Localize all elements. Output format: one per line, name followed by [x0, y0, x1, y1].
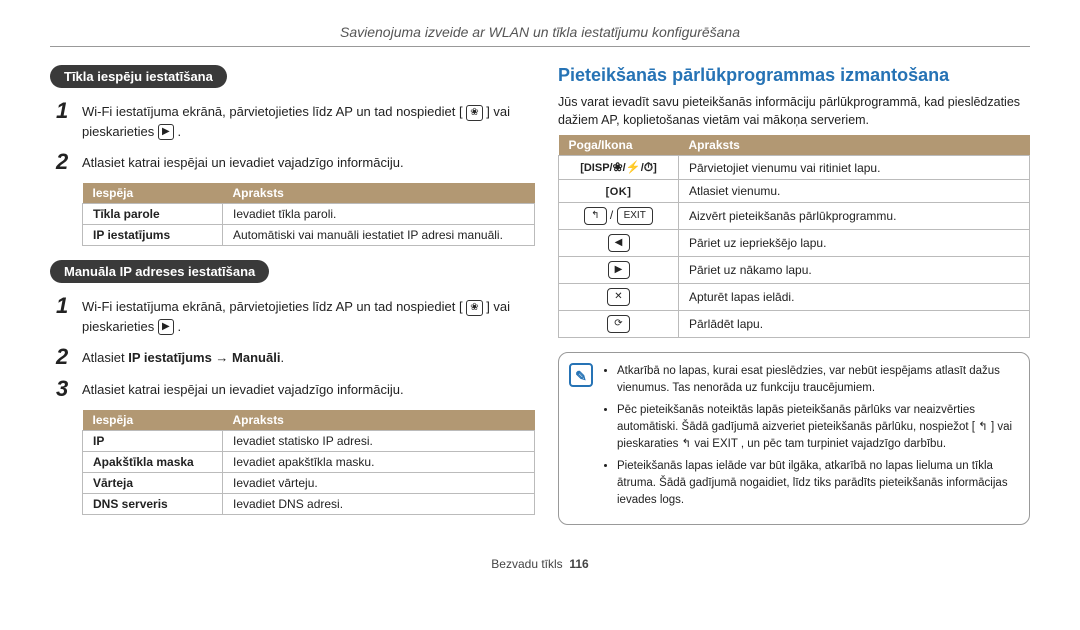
col-button: Poga/Ikona: [559, 135, 679, 156]
footer-label: Bezvadu tīkls: [491, 557, 562, 571]
table-row: ◀Pāriet uz iepriekšējo lapu.: [559, 230, 1030, 257]
table-row: ↰ / EXITAizvērt pieteikšanās pārlūkprogr…: [559, 203, 1030, 230]
disp-icon: [DISP/❀/⚡/⏱]: [580, 162, 657, 174]
close-icon: ✕: [607, 288, 629, 306]
manual-step-1: 1 Wi-Fi iestatījuma ekrānā, pārvietojiet…: [56, 295, 522, 336]
table-row: IPIevadiet statisko IP adresi.: [83, 431, 535, 452]
mstep-3-text: Atlasiet katrai iespējai un ievadiet vaj…: [82, 378, 522, 400]
ok-icon: [OK]: [600, 185, 638, 199]
note-item: Pēc pieteikšanās noteiktās lapās pieteik…: [617, 402, 1015, 452]
step-number: 3: [56, 378, 72, 400]
table-row: Apakštīkla maskaIevadiet apakštīkla mask…: [83, 452, 535, 473]
col-desc: Apraksts: [223, 410, 535, 431]
nav-right-icon: ▶: [608, 261, 630, 279]
table-row: ▶Pāriet uz nākamo lapu.: [559, 257, 1030, 284]
intro-text: Jūs varat ievadīt savu pieteikšanās info…: [558, 94, 1030, 129]
flower-icon: ❀: [466, 300, 482, 316]
table-row: [OK]Atlasiet vienumu.: [559, 180, 1030, 203]
col-option: Iespēja: [83, 410, 223, 431]
back-icon: ↰: [584, 207, 606, 225]
section-title: Pieteikšanās pārlūkprogrammas izmantošan…: [558, 65, 1030, 86]
step-1: 1 Wi-Fi iestatījuma ekrānā, pārvietojiet…: [56, 100, 522, 141]
info-icon: ✎: [569, 363, 593, 387]
step-number: 2: [56, 151, 72, 173]
pill-manual-ip: Manuāla IP adreses iestatīšana: [50, 260, 269, 283]
exit-icon: EXIT: [617, 207, 653, 225]
note-box: ✎ Atkarībā no lapas, kurai esat pieslēdz…: [558, 352, 1030, 525]
step-1-text-a: Wi-Fi iestatījuma ekrānā, pārvietojietie…: [82, 104, 466, 119]
options-table-1: Iespēja Apraksts Tīkla paroleIevadiet tī…: [82, 183, 535, 246]
manual-step-3: 3 Atlasiet katrai iespējai un ievadiet v…: [56, 378, 522, 400]
step-2-text: Atlasiet katrai iespējai un ievadiet vaj…: [82, 151, 522, 173]
col-option: Iespēja: [83, 183, 223, 204]
step-number: 2: [56, 346, 72, 368]
table-row: VārtejaIevadiet vārteju.: [83, 473, 535, 494]
page-footer: Bezvadu tīkls 116: [50, 557, 1030, 571]
note-item: Pieteikšanās lapas ielāde var būt ilgāka…: [617, 458, 1015, 508]
col-desc: Apraksts: [679, 135, 1030, 156]
button-table: Poga/Ikona Apraksts [DISP/❀/⚡/⏱]Pārvieto…: [558, 135, 1030, 338]
header-divider: [50, 46, 1030, 47]
mstep-2-text-c: .: [280, 350, 284, 365]
mstep-1-text-c: .: [174, 319, 181, 334]
table-row: [DISP/❀/⚡/⏱]Pārvietojiet vienumu vai rit…: [559, 156, 1030, 180]
pill-network-options: Tīkla iespēju iestatīšana: [50, 65, 227, 88]
reload-icon: ⟳: [607, 315, 629, 333]
mstep-1-text-a: Wi-Fi iestatījuma ekrānā, pārvietojietie…: [82, 299, 466, 314]
table-row: Tīkla paroleIevadiet tīkla paroli.: [83, 204, 535, 225]
arrow-right-icon: ▶: [158, 319, 174, 335]
mstep-2-text-b: IP iestatījums → Manuāli: [128, 350, 280, 365]
right-column: Pieteikšanās pārlūkprogrammas izmantošan…: [558, 65, 1030, 529]
nav-left-icon: ◀: [608, 234, 630, 252]
step-1-text-c: .: [174, 124, 181, 139]
col-desc: Apraksts: [223, 183, 535, 204]
flower-icon: ❀: [466, 105, 482, 121]
footer-page: 116: [569, 557, 588, 571]
page-header: Savienojuma izveide ar WLAN un tīkla ies…: [50, 24, 1030, 40]
arrow-right-icon: ▶: [158, 124, 174, 140]
table-row: ✕Apturēt lapas ielādi.: [559, 284, 1030, 311]
step-number: 1: [56, 100, 72, 141]
manual-step-2: 2 Atlasiet IP iestatījums → Manuāli.: [56, 346, 522, 368]
table-row: ⟳Pārlādēt lapu.: [559, 311, 1030, 338]
left-column: Tīkla iespēju iestatīšana 1 Wi-Fi iestat…: [50, 65, 522, 529]
table-row: DNS serverisIevadiet DNS adresi.: [83, 494, 535, 515]
step-number: 1: [56, 295, 72, 336]
step-2: 2 Atlasiet katrai iespējai un ievadiet v…: [56, 151, 522, 173]
options-table-2: Iespēja Apraksts IPIevadiet statisko IP …: [82, 410, 535, 515]
note-item: Atkarībā no lapas, kurai esat pieslēdzie…: [617, 363, 1015, 396]
mstep-2-text-a: Atlasiet: [82, 350, 128, 365]
table-row: IP iestatījumsAutomātiski vai manuāli ie…: [83, 225, 535, 246]
